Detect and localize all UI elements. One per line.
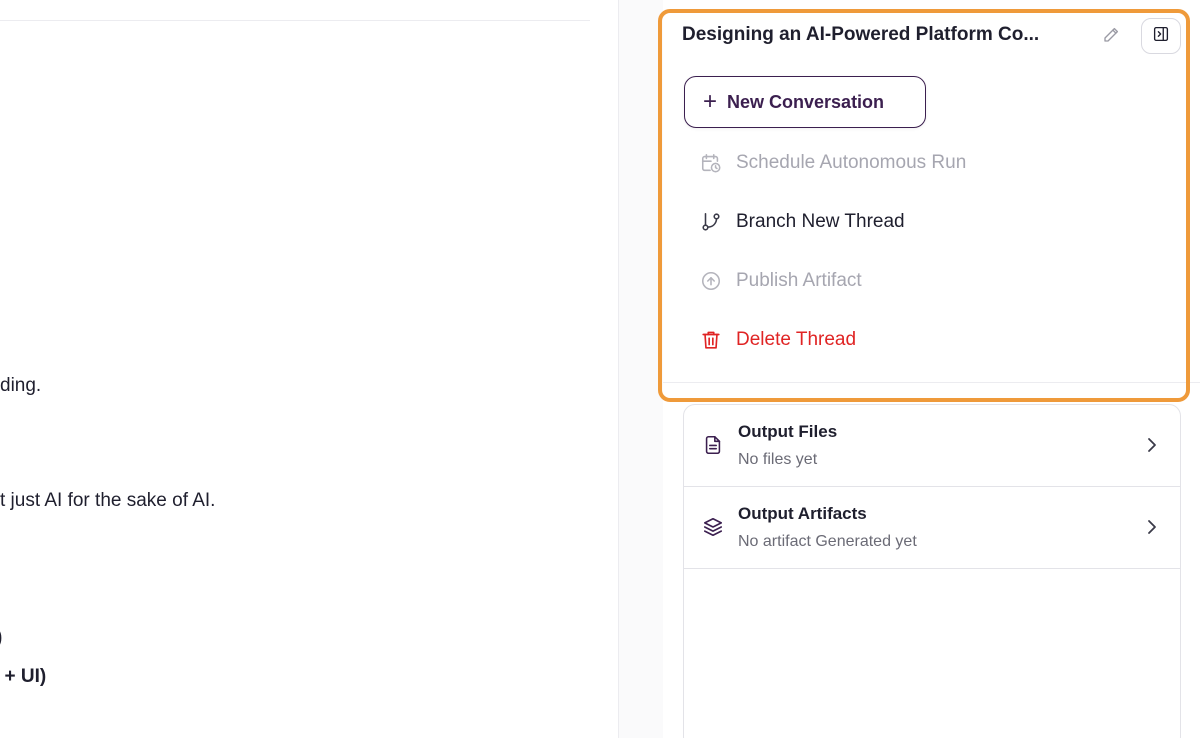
output-artifacts-title: Output Artifacts (738, 504, 867, 523)
chat-pane: ding. t just AI for the sake of AI. ) . … (0, 0, 618, 738)
layers-icon (701, 515, 725, 539)
collapse-sidebar-button[interactable] (1141, 18, 1181, 54)
pencil-icon[interactable] (1100, 24, 1122, 46)
output-files-subtitle: No files yet (738, 451, 818, 468)
thread-title[interactable]: Designing an AI-Powered Platform Co... (682, 24, 1102, 46)
menu-item-label: Schedule Autonomous Run (736, 152, 967, 173)
upload-circle-icon (698, 268, 724, 294)
file-document-icon (701, 433, 725, 457)
menu-item-schedule-autonomous-run[interactable]: Schedule Autonomous Run (698, 145, 1118, 181)
chat-message-line: ) (0, 627, 2, 649)
menu-item-publish-artifact[interactable]: Publish Artifact (698, 263, 1118, 299)
thread-sidebar: Designing an AI-Powered Platform Co... +… (663, 0, 1200, 738)
output-files-title: Output Files (738, 422, 838, 441)
new-conversation-label: New Conversation (727, 91, 885, 112)
chevron-right-icon (1142, 433, 1162, 457)
menu-item-label: Publish Artifact (736, 270, 862, 291)
output-artifacts-row[interactable]: Output Artifacts No artifact Generated y… (684, 487, 1180, 569)
chat-message-line: ding. (0, 375, 42, 396)
chevron-right-icon (1142, 515, 1162, 539)
menu-item-label: Delete Thread (736, 329, 857, 350)
menu-item-label: Branch New Thread (736, 211, 905, 232)
menu-item-branch-new-thread[interactable]: Branch New Thread (698, 204, 1118, 240)
menu-item-delete-thread[interactable]: Delete Thread (698, 322, 1118, 358)
git-branch-icon (698, 209, 724, 235)
menu-divider (663, 382, 1200, 383)
resize-gutter[interactable] (619, 0, 663, 738)
plus-icon: + (703, 88, 718, 115)
output-artifacts-subtitle: No artifact Generated yet (738, 533, 917, 550)
output-files-row[interactable]: Output Files No files yet (684, 405, 1180, 487)
calendar-clock-icon (698, 150, 724, 176)
trash-icon (698, 327, 724, 353)
chat-message-line: . + UI) (0, 666, 47, 687)
new-conversation-button[interactable]: + New Conversation (684, 76, 926, 128)
sidebar-collapse-icon (1152, 25, 1170, 48)
chat-message-line: t just AI for the sake of AI. (0, 490, 216, 511)
output-panel: Output Files No files yet Output Artifac… (683, 404, 1181, 738)
chat-divider (0, 20, 590, 21)
